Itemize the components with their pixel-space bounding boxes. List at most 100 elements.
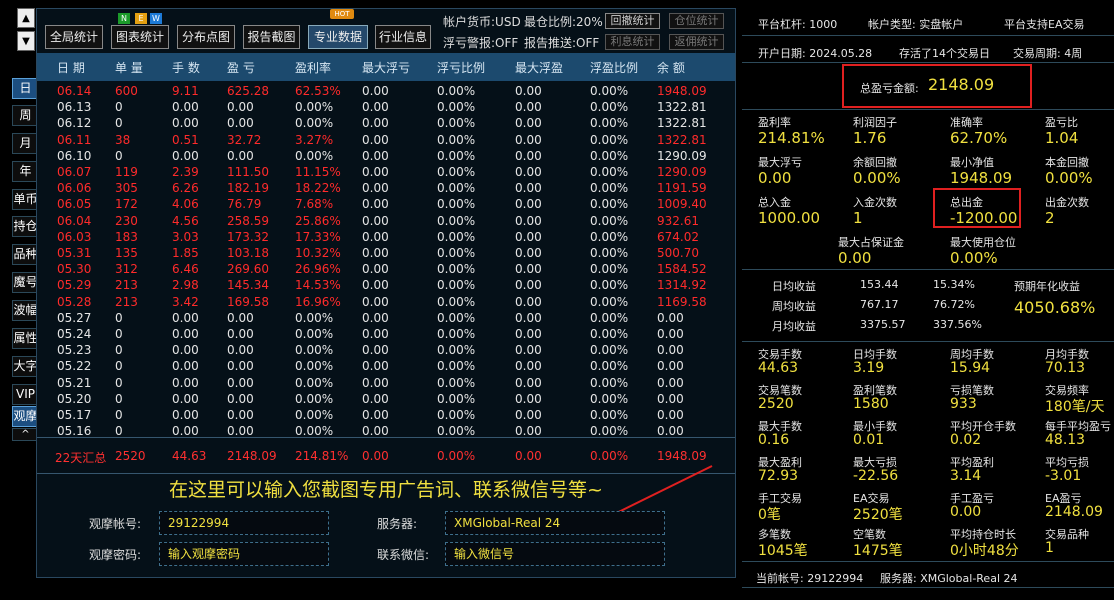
table-cell: 0.00% [295,310,334,325]
nav-tab-11[interactable]: VIP [12,384,39,405]
table-cell: 0.00 [362,278,389,293]
table-cell: 05.29 [57,278,92,293]
table-cell: 05.20 [57,391,92,406]
password-input[interactable]: 输入观摩密码 [159,542,329,566]
table-cell: 0 [115,327,123,341]
stat-value: 15.94 [950,360,991,376]
avg-amount: 153.44 [860,278,899,291]
wechat-label: 联系微信: [377,548,430,562]
table-cell: 0.00% [590,375,629,390]
scroll-up-button[interactable]: ▲ [17,8,35,28]
table-cell: 182.19 [227,181,269,196]
table-cell: 0.00 [515,246,542,260]
stat-label: 最大占保证金 [838,236,904,249]
table-cell: 0.00 [227,100,254,115]
stat-value: 0.16 [758,432,790,448]
nav-tab-12[interactable]: 观摩 [12,406,39,427]
stat-value: 1475笔 [853,543,903,559]
table-cell: 0.00 [172,327,199,341]
table-cell: 0 [115,116,123,131]
nav-tab-6[interactable]: 品种 [12,244,39,265]
table-cell: 0.00% [437,229,476,244]
server-field[interactable]: XMGlobal-Real 24 [445,511,665,535]
table-cell: 145.34 [227,278,269,293]
table-cell: 0.00 [227,375,254,390]
highlight-box [842,64,1032,108]
stat-value: 3.14 [950,468,982,484]
table-cell: 0.00 [172,310,199,325]
table-cell: 62.53% [295,84,341,98]
table-cell: 0.00 [227,343,254,358]
global-stats-button[interactable]: 全局统计 [45,25,103,49]
summary-cell: 2520 [115,449,146,463]
nav-tab-1[interactable]: 周 [12,105,39,126]
nav-tab-3[interactable]: 年 [12,161,39,182]
interest-stats-button[interactable]: 利息统计 [605,34,660,50]
table-cell: 0.00% [437,408,476,422]
nav-tab-4[interactable]: 单币 [12,189,39,210]
table-cell: 0.00% [437,262,476,277]
table-cell: 6.26 [172,181,199,196]
table-cell: 0.00% [590,246,629,260]
account-field[interactable]: 29122994 [159,511,329,535]
chart-stats-button[interactable]: 图表统计 [111,25,169,49]
table-cell: 0.00% [437,294,476,309]
position-stats-button[interactable]: 仓位统计 [669,13,724,29]
table-cell: 0.00% [437,197,476,212]
wechat-input[interactable]: 输入微信号 [445,542,665,566]
table-cell: 26.96% [295,262,341,277]
nav-tab-8[interactable]: 波幅 [12,300,39,321]
table-cell: 0.00% [590,165,629,179]
table-cell: 0.00% [295,359,334,374]
stat-value: -3.01 [1045,468,1082,484]
table-row: 05.24 0 0.00 0.00 0.00% 0.00 0.00% 0.00 0.00% 0.0… [37,326,735,343]
table-cell: 0.00 [227,327,254,341]
stat-label: 本金回撤 [1045,156,1089,169]
column-header: 余 额 [657,61,685,75]
stat-value: 1000.00 [758,209,821,227]
table-cell: 0.00 [172,116,199,131]
pro-data-button[interactable]: 专业数据 [308,25,368,49]
stat-value: 0.00% [950,249,998,267]
table-cell: 0.00 [227,391,254,406]
table-cell: 0.00% [295,391,334,406]
summary-cell: 214.81% [295,449,349,463]
avg-label: 周均收益 [772,300,816,313]
nav-tab-2[interactable]: 月 [12,133,39,154]
collapse-button[interactable]: ^ [12,428,39,441]
table-cell: 0.00% [437,181,476,196]
table-cell: 0.00% [437,100,476,115]
table-cell: 0.00 [362,181,389,196]
stat-label: 余额回撤 [853,156,897,169]
table-cell: 0.00% [437,132,476,147]
avg-label: 月均收益 [772,320,816,333]
left-nav: ▲ ▼ 日周月年单币持仓品种魔号波幅属性大字 VIP 观摩 ^ [5,0,39,600]
nav-tab-9[interactable]: 属性 [12,328,39,349]
nav-tab-5[interactable]: 持仓 [12,216,39,237]
table-row: 05.20 0 0.00 0.00 0.00% 0.00 0.00% 0.00 0.00% 0.0… [37,391,735,408]
nav-tab-10[interactable]: 大字 [12,356,39,377]
table-cell: 0.00 [515,116,542,131]
table-header: 日 期 单 量 手 数 盈 亏 盈利率 最大浮亏 浮亏比例 最大浮盈 浮盈比例 余 额 [37,53,735,81]
drawdown-stats-button[interactable]: 回撤统计 [605,13,660,29]
distribution-button[interactable]: 分布点图 [177,25,235,49]
table-cell: 0.00 [172,100,199,115]
table-cell: 06.11 [57,132,92,147]
table-cell: 0.00 [515,278,542,293]
new-badge-n: N [118,13,130,24]
report-screenshot-button[interactable]: 报告截图 [243,25,300,49]
stat-value: 0.00 [950,504,982,520]
column-header: 浮盈比例 [590,61,639,75]
table-cell: 0.00 [362,343,389,358]
table-cell: 0.00 [515,262,542,277]
table-cell: 0.00 [172,343,199,358]
industry-info-button[interactable]: 行业信息 [375,25,431,49]
nav-tab-7[interactable]: 魔号 [12,272,39,293]
rebate-stats-button[interactable]: 返佣统计 [669,34,724,50]
table-cell: 4.56 [172,213,199,228]
table-cell: 600 [115,84,138,98]
table-row: 05.17 0 0.00 0.00 0.00% 0.00 0.00% 0.00 0.00% 0.0… [37,407,735,424]
table-cell: 0.00% [590,391,629,406]
nav-tab-0[interactable]: 日 [12,78,39,99]
scroll-down-button[interactable]: ▼ [17,31,35,51]
